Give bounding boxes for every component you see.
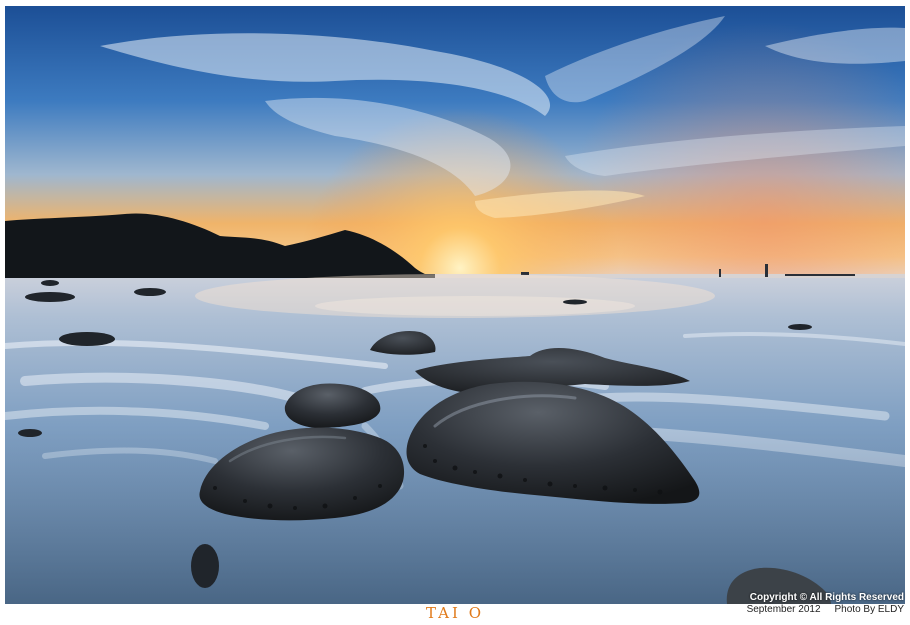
photo-credit-line: September 2012 Photo By ELDY — [747, 604, 904, 616]
copyright-notice: Copyright © All Rights Reserved — [749, 592, 904, 603]
seascape-illustration — [5, 6, 905, 604]
photo-date: September 2012 — [746, 604, 821, 615]
seascape-photo — [5, 6, 905, 604]
photographer-credit: Photo By ELDY — [834, 604, 904, 615]
photo-page: Copyright © All Rights Reserved TAI O Se… — [0, 0, 910, 625]
